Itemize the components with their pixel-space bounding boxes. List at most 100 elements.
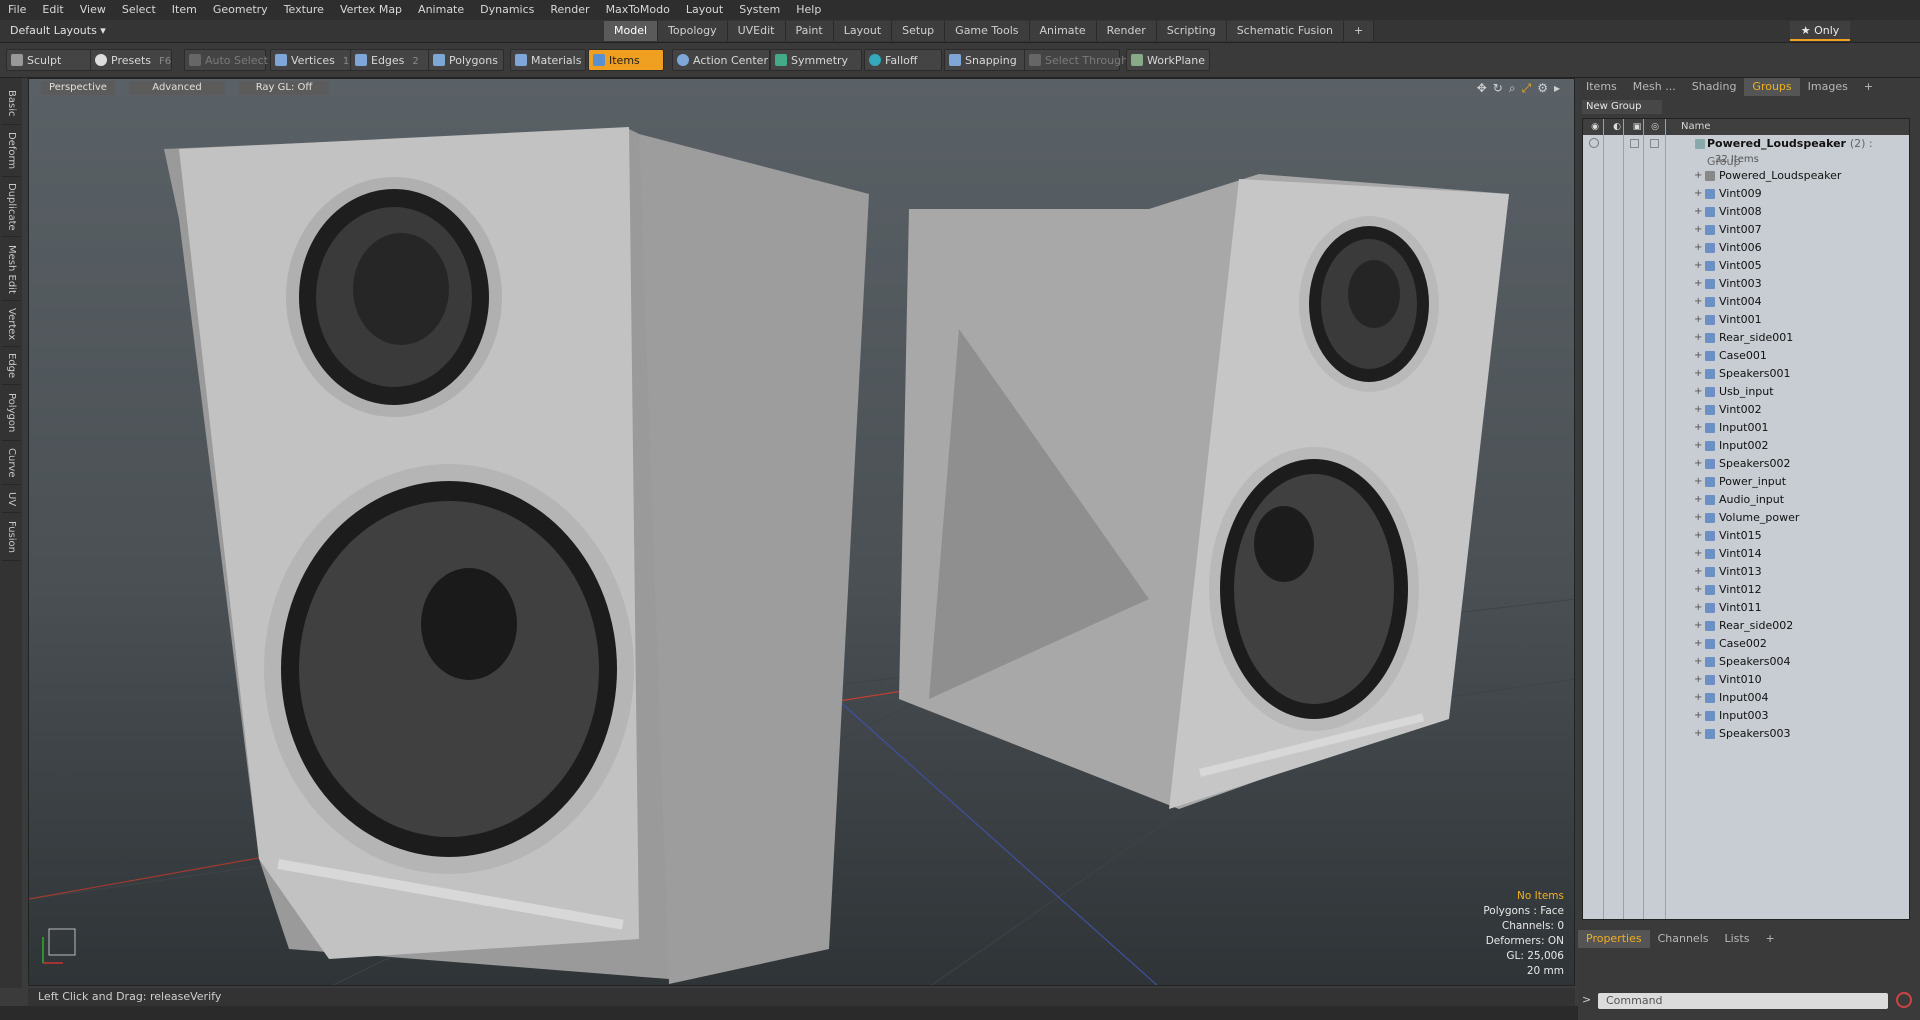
render-header-icon[interactable]: ◐ xyxy=(1611,121,1623,133)
name-column-header[interactable]: Name xyxy=(1681,119,1711,135)
new-group-button[interactable]: New Group xyxy=(1582,100,1662,114)
expand-icon[interactable]: + xyxy=(1694,365,1702,383)
panel-tab-items[interactable]: Items xyxy=(1578,78,1625,96)
only-button[interactable]: ★ Only xyxy=(1790,21,1850,41)
expand-icon[interactable]: + xyxy=(1694,509,1702,527)
list-item[interactable]: + Vint011 xyxy=(1583,599,1909,617)
command-input[interactable]: Command xyxy=(1598,993,1888,1009)
list-item[interactable]: + Usb_input xyxy=(1583,383,1909,401)
left-tab-polygon[interactable]: Polygon xyxy=(2,386,20,441)
rotate-view-icon[interactable]: ↻ xyxy=(1493,81,1503,96)
expand-icon[interactable]: + xyxy=(1694,653,1702,671)
list-item[interactable]: + Rear_side001 xyxy=(1583,329,1909,347)
layout-tab-setup[interactable]: Setup xyxy=(892,21,946,41)
expand-icon[interactable]: + xyxy=(1694,167,1702,185)
expand-icon[interactable]: + xyxy=(1694,725,1702,743)
expand-icon[interactable]: + xyxy=(1694,329,1702,347)
list-item[interactable]: + Vint004 xyxy=(1583,293,1909,311)
list-item[interactable]: + Audio_input xyxy=(1583,491,1909,509)
layout-tab-game-tools[interactable]: Game Tools xyxy=(945,21,1030,41)
polygons-button[interactable]: Polygons xyxy=(428,49,504,71)
expand-icon[interactable]: + xyxy=(1694,221,1702,239)
menu-file[interactable]: File xyxy=(0,0,34,20)
workplane-button[interactable]: WorkPlane xyxy=(1126,49,1210,71)
list-item[interactable]: + Vint005 xyxy=(1583,257,1909,275)
panel-tab-shading[interactable]: Shading xyxy=(1684,78,1745,96)
menu-texture[interactable]: Texture xyxy=(276,0,332,20)
expand-icon[interactable]: + xyxy=(1694,527,1702,545)
list-item[interactable]: + Volume_power xyxy=(1583,509,1909,527)
expand-icon[interactable]: + xyxy=(1694,455,1702,473)
falloff-button[interactable]: Falloff xyxy=(864,49,942,71)
zoom-view-icon[interactable]: ⌕ xyxy=(1509,81,1516,96)
menu-system[interactable]: System xyxy=(731,0,788,20)
list-item[interactable]: + Powered_Loudspeaker xyxy=(1583,167,1909,185)
layout-tab-render[interactable]: Render xyxy=(1096,21,1157,41)
list-item[interactable]: + Vint008 xyxy=(1583,203,1909,221)
menu-geometry[interactable]: Geometry xyxy=(205,0,276,20)
list-item[interactable]: + Speakers002 xyxy=(1583,455,1909,473)
auto-select-button[interactable]: Auto Select xyxy=(184,49,268,71)
expand-icon[interactable]: + xyxy=(1694,185,1702,203)
expand-icon[interactable]: + xyxy=(1694,689,1702,707)
menu-help[interactable]: Help xyxy=(788,0,829,20)
visibility-header-icon[interactable]: ◉ xyxy=(1589,121,1601,133)
list-item[interactable]: + Vint001 xyxy=(1583,311,1909,329)
list-item[interactable]: + Speakers003 xyxy=(1583,725,1909,743)
list-item[interactable]: + Vint009 xyxy=(1583,185,1909,203)
layout-selector[interactable]: Default Layouts ▾ xyxy=(6,22,110,40)
visibility-eye-icon[interactable] xyxy=(1589,138,1599,148)
menu-render[interactable]: Render xyxy=(542,0,597,20)
menu-view[interactable]: View xyxy=(72,0,114,20)
presets-button[interactable]: Presets F6 xyxy=(90,49,172,71)
layout-tab-schematic-fusion[interactable]: Schematic Fusion xyxy=(1226,21,1345,41)
group-row[interactable]: Powered_Loudspeaker (2) : Group xyxy=(1583,135,1909,168)
left-tab-deform[interactable]: Deform xyxy=(2,126,20,177)
expand-icon[interactable]: + xyxy=(1694,491,1702,509)
list-item[interactable]: + Vint006 xyxy=(1583,239,1909,257)
list-item[interactable]: + Speakers004 xyxy=(1583,653,1909,671)
lower-tab-lists[interactable]: Lists xyxy=(1717,930,1758,948)
menu-select[interactable]: Select xyxy=(114,0,164,20)
lower-tab-channels[interactable]: Channels xyxy=(1650,930,1717,948)
expand-icon[interactable]: + xyxy=(1694,275,1702,293)
fit-view-icon[interactable]: ⤢ xyxy=(1522,81,1532,96)
expand-icon[interactable]: + xyxy=(1694,401,1702,419)
expand-icon[interactable]: + xyxy=(1694,383,1702,401)
list-item[interactable]: + Input001 xyxy=(1583,419,1909,437)
layout-tab-uvedit[interactable]: UVEdit xyxy=(727,21,786,41)
list-item[interactable]: + Vint010 xyxy=(1583,671,1909,689)
layout-tab-model[interactable]: Model xyxy=(604,21,659,41)
raygl-button[interactable]: Ray GL: Off xyxy=(239,81,329,95)
expand-icon[interactable]: + xyxy=(1694,617,1702,635)
symmetry-button[interactable]: Symmetry xyxy=(770,49,862,71)
menu-layout[interactable]: Layout xyxy=(678,0,731,20)
lower-tab-properties[interactable]: Properties xyxy=(1578,930,1650,948)
panel-tab-mesh[interactable]: Mesh ... xyxy=(1625,78,1684,96)
expand-icon[interactable]: + xyxy=(1694,473,1702,491)
left-tab-basic[interactable]: Basic xyxy=(2,82,20,125)
select-header-icon[interactable]: ◎ xyxy=(1649,121,1661,133)
list-item[interactable]: + Vint013 xyxy=(1583,563,1909,581)
lock-header-icon[interactable]: ▣ xyxy=(1631,121,1643,133)
expand-icon[interactable]: + xyxy=(1694,311,1702,329)
sculpt-button[interactable]: Sculpt xyxy=(6,49,92,71)
list-item[interactable]: + Case002 xyxy=(1583,635,1909,653)
left-tab-mesh-edit[interactable]: Mesh Edit xyxy=(2,238,20,301)
list-item[interactable]: + Input003 xyxy=(1583,707,1909,725)
edges-button[interactable]: Edges 2 xyxy=(350,49,430,71)
lower-tab-plus[interactable]: + xyxy=(1757,930,1782,948)
lock-checkbox[interactable] xyxy=(1630,139,1639,148)
expand-icon[interactable]: + xyxy=(1694,581,1702,599)
list-item[interactable]: + Input004 xyxy=(1583,689,1909,707)
view-mode-button[interactable]: Perspective xyxy=(41,81,115,95)
viewport-expand-icon[interactable]: ▸ xyxy=(1554,81,1560,96)
menu-item[interactable]: Item xyxy=(164,0,205,20)
expand-icon[interactable]: + xyxy=(1694,239,1702,257)
expand-icon[interactable]: + xyxy=(1694,257,1702,275)
layout-tab-animate[interactable]: Animate xyxy=(1029,21,1097,41)
list-item[interactable]: + Case001 xyxy=(1583,347,1909,365)
menu-maxtomodo[interactable]: MaxToModo xyxy=(598,0,678,20)
left-tab-curve[interactable]: Curve xyxy=(2,442,20,485)
panel-tab-images[interactable]: Images xyxy=(1800,78,1856,96)
